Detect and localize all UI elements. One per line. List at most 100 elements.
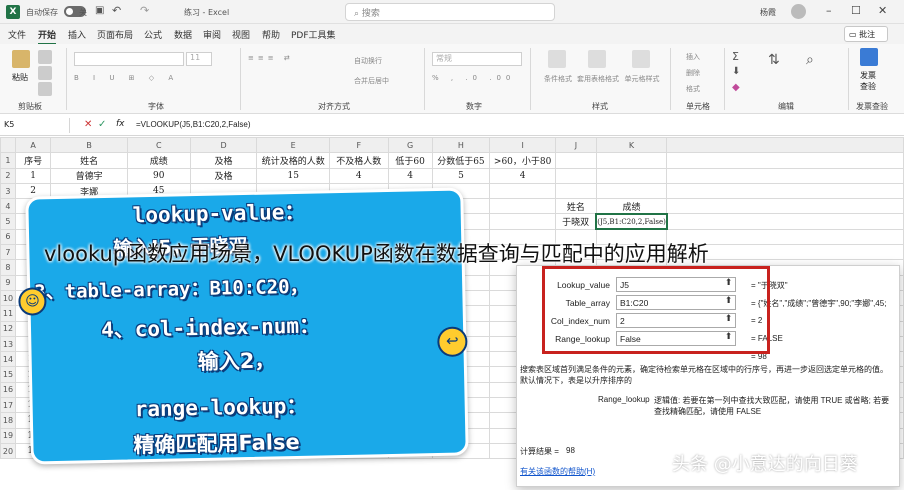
insert-cells-button[interactable]: 插入 xyxy=(686,52,700,62)
tab-file[interactable]: 文件 xyxy=(8,28,26,41)
enter-icon[interactable]: ✓ xyxy=(98,119,106,130)
row-header[interactable]: 19 xyxy=(0,427,16,444)
copy-icon[interactable] xyxy=(38,66,52,80)
column-header[interactable]: H xyxy=(431,136,491,154)
invoice-button-line1[interactable]: 发票 xyxy=(860,70,876,81)
cell[interactable]: 于晓双 xyxy=(555,213,597,230)
row-header[interactable]: 16 xyxy=(0,381,16,399)
fill-icon[interactable]: ⬇ xyxy=(732,66,740,77)
cell[interactable] xyxy=(489,213,557,230)
merge-center-button[interactable]: 合并后居中 xyxy=(354,76,389,86)
row-header[interactable]: 18 xyxy=(0,412,16,429)
format-painter-icon[interactable] xyxy=(38,82,52,96)
number-format-box[interactable]: 常规 xyxy=(432,52,522,66)
tab-formulas[interactable]: 公式 xyxy=(144,28,162,41)
tab-insert[interactable]: 插入 xyxy=(68,28,86,41)
invoice-icon[interactable] xyxy=(860,48,878,66)
column-header[interactable]: I xyxy=(489,136,557,154)
cell[interactable]: 90 xyxy=(126,167,191,184)
find-select-icon[interactable]: ⌕ xyxy=(806,52,814,68)
column-header[interactable]: A xyxy=(14,136,52,154)
cell[interactable] xyxy=(595,152,668,169)
cell[interactable] xyxy=(595,167,668,184)
cell[interactable] xyxy=(666,167,904,184)
cut-icon[interactable] xyxy=(38,50,52,64)
cell[interactable]: (J5,B1:C20,2,False) xyxy=(595,212,668,231)
cell[interactable]: 不及格人数 xyxy=(329,152,389,169)
cell[interactable]: 5 xyxy=(431,167,491,184)
cell[interactable]: 低于60 xyxy=(387,152,433,169)
select-all-corner[interactable] xyxy=(0,136,16,154)
column-header[interactable]: D xyxy=(189,136,258,154)
tab-review[interactable]: 审阅 xyxy=(203,28,221,41)
cell[interactable]: 15 xyxy=(256,167,330,184)
cell[interactable]: 成绩 xyxy=(595,198,668,215)
comment-button[interactable]: ▭ 批注 xyxy=(844,26,888,42)
paste-label[interactable]: 粘贴 xyxy=(12,72,28,83)
cell[interactable]: 分数低于65 xyxy=(431,152,491,169)
row-header[interactable]: 20 xyxy=(0,442,16,460)
row-header[interactable]: 6 xyxy=(0,228,16,246)
column-header[interactable] xyxy=(666,136,904,154)
row-header[interactable]: 15 xyxy=(0,366,16,383)
minimize-icon[interactable]: – xyxy=(826,4,832,17)
format-cells-button[interactable]: 格式 xyxy=(686,84,700,94)
avatar[interactable] xyxy=(791,4,806,19)
row-header[interactable]: 1 xyxy=(0,152,16,169)
cell-style-button[interactable]: 单元格样式 xyxy=(620,74,664,84)
sum-icon[interactable]: Σ xyxy=(732,50,739,63)
row-header[interactable]: 8 xyxy=(0,259,16,276)
cell[interactable] xyxy=(489,182,557,200)
cell[interactable]: 姓名 xyxy=(50,152,128,169)
number-controls[interactable]: % , .0 .00 xyxy=(432,74,522,82)
cell[interactable] xyxy=(555,152,597,169)
row-header[interactable]: 14 xyxy=(0,351,16,368)
row-header[interactable]: 9 xyxy=(0,274,16,291)
tab-page-layout[interactable]: 页面布局 xyxy=(97,28,133,41)
column-header[interactable]: E xyxy=(256,136,330,154)
cell[interactable] xyxy=(666,182,904,200)
cell[interactable]: 姓名 xyxy=(555,198,597,215)
row-header[interactable]: 13 xyxy=(0,335,16,353)
search-box[interactable]: ⌕ 搜索 xyxy=(345,3,555,21)
conditional-format-button[interactable]: 条件格式 xyxy=(538,74,578,84)
name-box[interactable]: K5 xyxy=(0,118,70,133)
row-header[interactable]: 7 xyxy=(0,244,16,261)
column-header[interactable]: B xyxy=(50,136,128,154)
cell[interactable]: 统计及格的人数 xyxy=(256,152,330,169)
undo-icon[interactable]: ↶ xyxy=(112,4,121,17)
row-header[interactable]: 12 xyxy=(0,320,16,337)
cell[interactable]: 4 xyxy=(387,167,433,184)
row-header[interactable]: 4 xyxy=(0,198,16,215)
cell-style-icon[interactable] xyxy=(632,50,650,68)
cell[interactable] xyxy=(595,182,668,200)
font-name-box[interactable] xyxy=(74,52,184,66)
table-format-icon[interactable] xyxy=(588,50,606,68)
sort-filter-icon[interactable]: ⇅ xyxy=(768,52,780,68)
cell[interactable]: 及格 xyxy=(189,152,258,169)
tab-home[interactable]: 开始 xyxy=(38,28,57,45)
row-header[interactable]: 11 xyxy=(0,305,16,322)
cell[interactable]: 成绩 xyxy=(126,152,191,169)
row-header[interactable]: 2 xyxy=(0,167,16,184)
fx-icon[interactable]: fx xyxy=(116,119,125,129)
tab-help[interactable]: 帮助 xyxy=(262,28,280,41)
row-header[interactable]: 17 xyxy=(0,397,16,414)
paste-icon[interactable] xyxy=(12,50,30,68)
close-icon[interactable]: ✕ xyxy=(878,4,887,17)
cell[interactable]: 4 xyxy=(489,167,557,184)
font-controls[interactable]: B I U ⊞ ◇ A xyxy=(74,74,224,82)
tab-data[interactable]: 数据 xyxy=(174,28,192,41)
cell[interactable] xyxy=(489,198,557,215)
font-size-box[interactable]: 11 xyxy=(186,52,212,66)
column-header[interactable]: F xyxy=(329,136,389,154)
cancel-icon[interactable]: ✕ xyxy=(84,119,92,130)
cell[interactable]: >60，小于80 xyxy=(489,152,557,169)
cell[interactable]: 4 xyxy=(329,167,389,184)
save-icon[interactable]: ▣ xyxy=(95,5,104,16)
wrap-text-button[interactable]: 自动换行 xyxy=(354,56,382,66)
row-header[interactable]: 3 xyxy=(0,182,16,200)
maximize-icon[interactable]: ☐ xyxy=(851,4,861,17)
tab-view[interactable]: 视图 xyxy=(232,28,250,41)
column-header[interactable]: K xyxy=(595,136,668,154)
